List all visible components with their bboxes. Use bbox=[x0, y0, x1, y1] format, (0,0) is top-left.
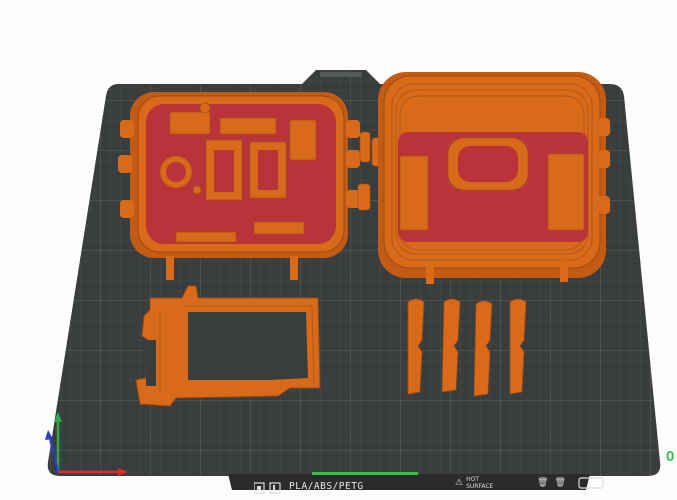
hot-surface-warning: ⚠ HOT SURFACE bbox=[455, 476, 494, 490]
material-text: PLA/ABS/PETG bbox=[289, 480, 364, 492]
case-half-right[interactable] bbox=[378, 72, 610, 284]
plate-actions: 🗑 🗑 bbox=[537, 478, 566, 488]
3d-viewport[interactable]: PLA/ABS/PETG ⚠ HOT SURFACE 🗑 🗑 0 bbox=[0, 0, 677, 500]
trash-icon[interactable]: 🗑 bbox=[537, 478, 548, 488]
frame-part[interactable] bbox=[135, 285, 321, 407]
hot-surface-warning-icon: ⚠ bbox=[455, 478, 464, 488]
case-half-left[interactable] bbox=[118, 92, 360, 280]
lock-icon[interactable]: 🗑 bbox=[554, 478, 565, 488]
build-plate-scene[interactable] bbox=[0, 0, 677, 500]
plate-number: 0 bbox=[666, 448, 675, 465]
hot-surface-text: HOT SURFACE bbox=[466, 476, 494, 490]
